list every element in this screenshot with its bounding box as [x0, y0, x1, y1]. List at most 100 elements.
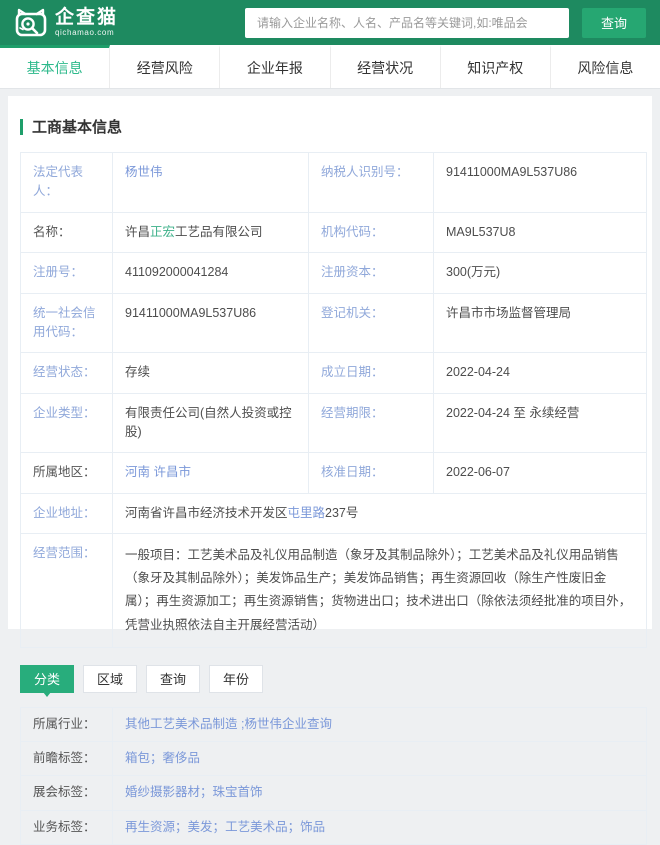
value-link[interactable]: 饰品	[300, 820, 325, 834]
nav-tab[interactable]: 基本信息	[0, 45, 111, 88]
field-value: 河南省许昌市经济技术开发区屯里路237号	[112, 492, 647, 535]
value-link[interactable]: 箱包	[125, 751, 150, 765]
qichamao-cat-logo-icon	[14, 8, 48, 38]
value-link[interactable]: 其他工艺美术品制造	[125, 717, 238, 731]
value-link[interactable]: 珠宝首饰	[213, 785, 263, 799]
filter-tab[interactable]: 分类	[20, 664, 75, 693]
field-value: 婚纱摄影器材；珠宝首饰	[112, 775, 647, 811]
value-text: ；	[150, 751, 163, 765]
table-row: 法定代表人： 杨世伟 纳税人识别号： 91411000MA9L537U86	[20, 152, 647, 213]
table-row: 经营状态： 存续 成立日期： 2022-04-24	[20, 352, 647, 394]
field-label: 法定代表人：	[20, 152, 113, 213]
field-label: 所属行业：	[20, 706, 113, 743]
nav-tab[interactable]: 知识产权	[441, 45, 551, 88]
field-value: 2022-06-07	[433, 452, 647, 494]
table-row: 统一社会信用代码： 91411000MA9L537U86 登记机关： 许昌市市场监督管…	[20, 292, 647, 354]
value-text: 有限责任公司(自然人投资或控股)	[125, 405, 292, 439]
value-text: ；	[287, 819, 301, 834]
field-label: 经营范围：	[20, 533, 113, 648]
value-link[interactable]: 河南 许昌市	[125, 465, 191, 479]
table-row: 所属行业： 其他工艺美术品制造 ;杨世伟企业查询	[20, 706, 647, 743]
value-text: 2022-04-24	[446, 365, 510, 380]
value-text: 91411000MA9L537U86	[125, 305, 257, 320]
table-row: 业务标签： 再生资源；美发；工艺美术品；饰品	[20, 809, 647, 845]
value-text: 河南省许昌市经济技术开发区	[125, 505, 288, 520]
search-button[interactable]: 查询	[582, 7, 646, 38]
value-link[interactable]: 工艺美术品	[225, 820, 288, 834]
table-row: 名称： 许昌正宏工艺品有限公司 机构代码： MA9L537U8	[20, 211, 647, 254]
field-value: 其他工艺美术品制造 ;杨世伟企业查询	[112, 706, 647, 743]
value-text: 许昌市市场监督管理局	[446, 305, 572, 320]
value-text: ；	[175, 819, 188, 834]
field-value: 再生资源；美发；工艺美术品；饰品	[112, 809, 647, 845]
page-title: 工商基本信息	[32, 119, 123, 136]
field-label: 所属地区：	[20, 452, 113, 494]
value-text: 411092000041284	[125, 265, 229, 280]
value-text: ；	[200, 785, 213, 800]
table-row: 展会标签： 婚纱摄影器材；珠宝首饰	[20, 775, 647, 811]
nav-tab[interactable]: 经营风险	[110, 45, 221, 88]
value-text: 一般项目：工艺美术品及礼仪用品制造（象牙及其制品除外）；工艺美术品及礼仪用品销售…	[125, 548, 632, 632]
field-value: 91411000MA9L537U86	[112, 292, 309, 354]
field-label: 企业类型：	[20, 392, 113, 454]
table-row: 前瞻标签： 箱包；奢侈品	[20, 740, 647, 777]
field-value: 2022-04-24	[433, 352, 647, 394]
nav-tab[interactable]: 企业年报	[220, 45, 331, 88]
field-label: 名称：	[20, 211, 113, 254]
field-value: MA9L537U8	[433, 211, 647, 254]
field-value: 箱包；奢侈品	[112, 740, 647, 777]
field-value: 300(万元)	[433, 252, 647, 294]
search-input[interactable]	[245, 7, 569, 38]
value-link[interactable]: 杨世伟	[125, 165, 163, 179]
field-label: 统一社会信用代码：	[20, 292, 113, 354]
brand-logo[interactable]: 企查猫 qichamao.com	[14, 8, 118, 38]
value-link[interactable]: 美发	[188, 820, 213, 834]
tags-table-body: 所属行业： 其他工艺美术品制造 ;杨世伟企业查询 前瞻标签： 箱包；奢侈品 展会标签：婚…	[20, 706, 647, 845]
value-text: 2022-06-07	[446, 465, 510, 480]
filter-tab[interactable]: 年份	[209, 664, 264, 693]
field-label: 核准日期：	[308, 452, 434, 494]
nav-tab[interactable]: 风险信息	[551, 45, 660, 88]
value-text: 91411000MA9L537U86	[446, 165, 578, 179]
field-value: 许昌市市场监督管理局	[433, 292, 647, 354]
info-table: 法定代表人： 杨世伟 纳税人识别号： 91411000MA9L537U86 名称： 许昌正…	[20, 152, 647, 648]
value-text: 237号	[325, 505, 359, 520]
field-label: 机构代码：	[308, 211, 434, 254]
filter-tab[interactable]: 区域	[83, 664, 138, 693]
filter-tab[interactable]: 查询	[146, 664, 201, 693]
table-row: 注册号： 411092000041284 注册资本： 300(万元)	[20, 252, 647, 294]
brand-domain: qichamao.com	[55, 28, 115, 37]
value-text: 存续	[125, 365, 151, 380]
value-link[interactable]: 杨世伟企业查询	[244, 717, 332, 731]
field-value: 91411000MA9L537U86	[433, 152, 647, 213]
value-text: 工艺品有限公司	[175, 224, 263, 239]
table-row: 所属地区： 河南 许昌市 核准日期： 2022-06-07	[20, 452, 647, 494]
value-link[interactable]: 婚纱摄影器材	[125, 785, 200, 799]
field-label: 业务标签：	[20, 809, 113, 845]
value-text: MA9L537U8	[446, 224, 516, 239]
top-header: 企查猫 qichamao.com 查询	[0, 0, 660, 45]
field-value: 杨世伟	[112, 152, 309, 213]
field-label: 企业地址：	[20, 492, 113, 535]
field-value: 河南 许昌市	[112, 452, 309, 494]
value-link[interactable]: 再生资源	[125, 820, 175, 834]
value-text: 2022-04-24 至 永续经营	[446, 405, 580, 420]
table-row: 企业类型： 有限责任公司(自然人投资或控股) 经营期限： 2022-04-24 至 永…	[20, 392, 647, 454]
value-link[interactable]: 奢侈品	[163, 751, 201, 765]
section-accent-bar	[20, 118, 23, 135]
value-text: 许昌	[125, 224, 151, 239]
keyword-highlight: 正宏	[150, 224, 176, 239]
field-value: 411092000041284	[112, 252, 309, 294]
field-value: 2022-04-24 至 永续经营	[433, 392, 647, 454]
nav-tabs: 基本信息 经营风险 企业年报 经营状况 知识产权 风险信息	[0, 45, 660, 89]
field-value: 许昌正宏工艺品有限公司	[112, 211, 309, 254]
field-label: 注册资本：	[308, 252, 434, 294]
value-link[interactable]: 屯里路	[288, 506, 326, 520]
nav-tab[interactable]: 经营状况	[331, 45, 441, 88]
info-table-body: 法定代表人： 杨世伟 纳税人识别号： 91411000MA9L537U86 名称： 许昌正…	[20, 152, 647, 648]
filter-tabs: 分类 区域 查询 年份	[20, 664, 640, 693]
field-label: 前瞻标签：	[20, 740, 113, 777]
tags-table: 所属行业： 其他工艺美术品制造 ;杨世伟企业查询 前瞻标签： 箱包；奢侈品 展会标签：婚…	[20, 706, 647, 845]
field-value: 有限责任公司(自然人投资或控股)	[112, 392, 309, 454]
value-text: ；	[212, 819, 226, 834]
